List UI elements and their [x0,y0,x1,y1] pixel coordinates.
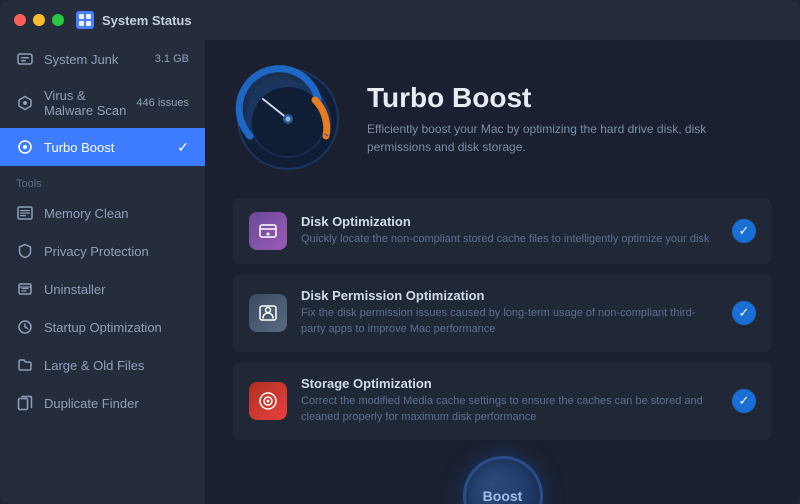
main-layout: System Junk 3.1 GB Virus & Malware Scan … [0,40,800,504]
feature-disk-permission: Disk Permission Optimization Fix the dis… [233,274,772,352]
disk-optimization-icon [249,212,287,250]
features-list: Disk Optimization Quickly locate the non… [233,198,772,440]
disk-optimization-title: Disk Optimization [301,214,718,229]
memory-clean-icon [16,204,34,222]
sidebar-item-privacy-protection[interactable]: Privacy Protection [0,232,205,270]
disk-permission-check: ✓ [732,301,756,325]
turbo-boost-check: ✓ [177,139,189,156]
turbo-boost-label: Turbo Boost [44,140,177,155]
close-button[interactable] [14,14,26,26]
storage-optimization-title: Storage Optimization [301,376,718,391]
boost-area: Boost [233,456,772,504]
storage-optimization-desc: Correct the modified Media cache setting… [301,394,718,426]
sidebar: System Junk 3.1 GB Virus & Malware Scan … [0,40,205,504]
minimize-button[interactable] [33,14,45,26]
storage-optimization-check: ✓ [732,389,756,413]
feature-storage-optimization: Storage Optimization Correct the modifie… [233,362,772,440]
large-old-files-label: Large & Old Files [44,358,189,373]
sidebar-item-turbo-boost[interactable]: Turbo Boost ✓ [0,128,205,166]
sidebar-item-memory-clean[interactable]: Memory Clean [0,194,205,232]
startup-optimization-label: Startup Optimization [44,320,189,335]
app-window: System Status System Junk 3.1 GB [0,0,800,504]
boost-button[interactable]: Boost [463,456,543,504]
duplicate-finder-icon [16,394,34,412]
storage-optimization-icon [249,382,287,420]
privacy-protection-label: Privacy Protection [44,244,189,259]
system-junk-badge: 3.1 GB [155,53,189,65]
gauge-container [233,64,343,174]
maximize-button[interactable] [52,14,64,26]
disk-permission-title: Disk Permission Optimization [301,288,718,303]
disk-optimization-text: Disk Optimization Quickly locate the non… [301,214,718,248]
turbo-boost-icon [16,138,34,156]
sidebar-item-startup-optimization[interactable]: Startup Optimization [0,308,205,346]
privacy-protection-icon [16,242,34,260]
titlebar: System Status [0,0,800,40]
disk-optimization-check: ✓ [732,219,756,243]
content-header: Turbo Boost Efficiently boost your Mac b… [233,64,772,174]
page-description: Efficiently boost your Mac by optimizing… [367,120,747,156]
content-area: Turbo Boost Efficiently boost your Mac b… [205,40,800,504]
feature-disk-optimization: Disk Optimization Quickly locate the non… [233,198,772,264]
system-junk-icon [16,50,34,68]
disk-optimization-desc: Quickly locate the non-compliant stored … [301,232,718,248]
virus-malware-badge: 446 issues [136,97,189,109]
startup-optimization-icon [16,318,34,336]
app-icon [76,11,94,29]
traffic-lights [14,14,64,26]
tools-section-label: Tools [0,166,205,194]
sidebar-item-large-old-files[interactable]: Large & Old Files [0,346,205,384]
system-junk-label: System Junk [44,52,155,67]
storage-optimization-text: Storage Optimization Correct the modifie… [301,376,718,426]
disk-permission-text: Disk Permission Optimization Fix the dis… [301,288,718,338]
duplicate-finder-label: Duplicate Finder [44,396,189,411]
app-title-text: System Status [102,13,192,28]
memory-clean-label: Memory Clean [44,206,189,221]
page-title: Turbo Boost [367,82,747,114]
uninstaller-icon [16,280,34,298]
virus-malware-label: Virus & Malware Scan [44,88,136,118]
sidebar-item-virus-malware[interactable]: Virus & Malware Scan 446 issues [0,78,205,128]
virus-malware-icon [16,94,34,112]
large-old-files-icon [16,356,34,374]
uninstaller-label: Uninstaller [44,282,189,297]
disk-permission-icon [249,294,287,332]
sidebar-item-duplicate-finder[interactable]: Duplicate Finder [0,384,205,422]
sidebar-item-uninstaller[interactable]: Uninstaller [0,270,205,308]
sidebar-item-system-junk[interactable]: System Junk 3.1 GB [0,40,205,78]
app-title: System Status [76,11,192,29]
disk-permission-desc: Fix the disk permission issues caused by… [301,306,718,338]
header-text: Turbo Boost Efficiently boost your Mac b… [367,82,747,156]
